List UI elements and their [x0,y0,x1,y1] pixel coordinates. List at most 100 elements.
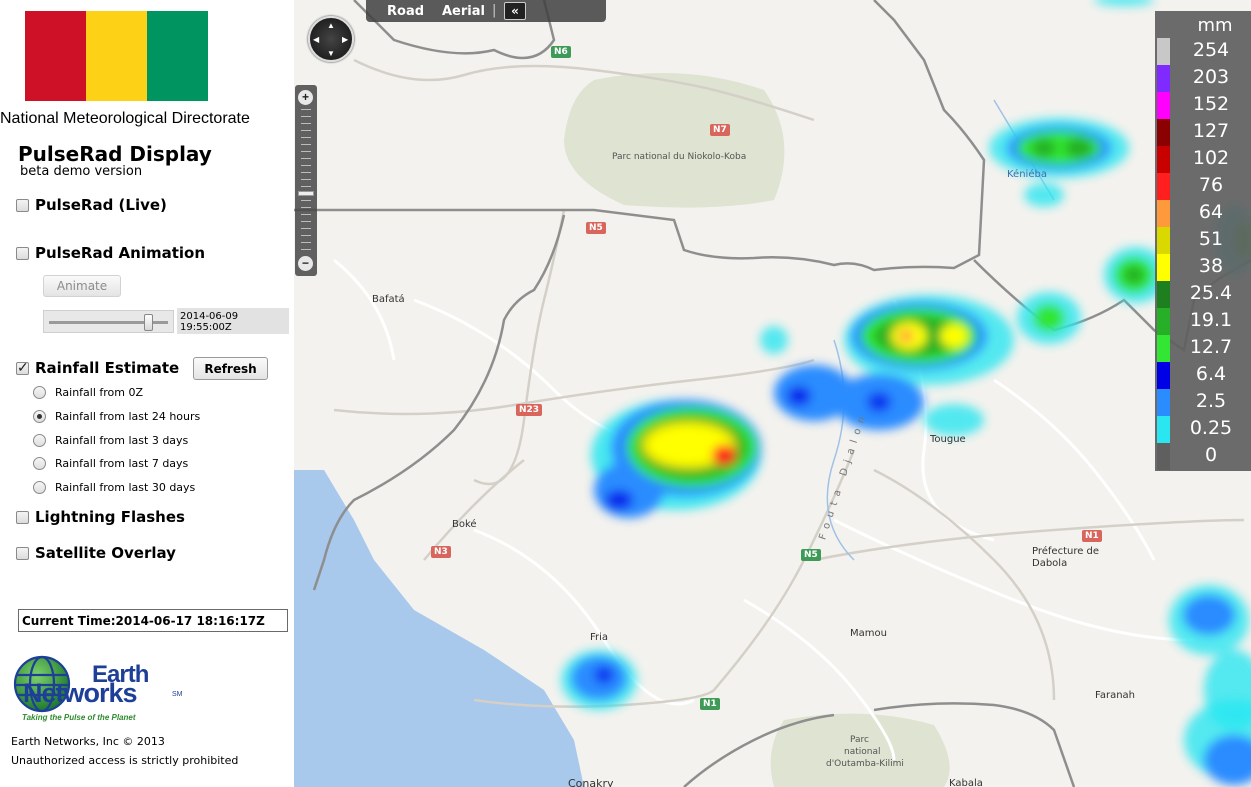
current-time-display: Current Time:2014-06-17 18:16:17Z [18,609,288,632]
legend-swatch [1157,443,1170,470]
collapse-icon[interactable]: « [504,2,526,20]
pulserad-animation-label: PulseRad Animation [35,244,206,262]
satellite-checkbox[interactable] [16,546,29,560]
lightning-checkbox[interactable] [16,510,29,524]
legend-swatch [1157,281,1170,308]
rainfall-option-24h[interactable]: Rainfall from last 24 hours [33,410,200,423]
zoom-out-button[interactable]: − [298,256,313,271]
road-shield-n3: N3 [431,546,451,558]
layer-pulserad-live[interactable]: PulseRad (Live) [16,196,167,214]
pan-down-icon[interactable]: ▼ [327,49,335,58]
ocean [294,470,584,787]
radio-label: Rainfall from last 3 days [55,434,189,447]
app-subtitle: beta demo version [20,164,143,179]
layer-satellite[interactable]: Satellite Overlay [16,544,176,562]
legend-swatch [1157,146,1170,173]
place-outamba-1: Parc [850,735,869,745]
layer-lightning[interactable]: Lightning Flashes [16,508,185,526]
legend-entry: 76 [1155,173,1251,200]
animate-button[interactable]: Animate [43,275,121,297]
map-type-aerial[interactable]: Aerial [442,4,485,19]
legend-value: 152 [1192,93,1230,115]
road-shield-n5-south: N5 [801,549,821,561]
legend-swatch [1157,362,1170,389]
rainfall-option-30d[interactable]: Rainfall from last 30 days [33,481,195,494]
org-name: National Meteorological Directorate [0,110,250,127]
road-shield-n23: N23 [516,404,543,416]
radio-label: Rainfall from last 7 days [55,457,189,470]
legend-entry: 0 [1155,443,1251,470]
legend-entry: 102 [1155,146,1251,173]
legend-value: 0.25 [1189,417,1233,439]
radio-button[interactable] [33,434,46,447]
pulserad-animation-checkbox[interactable] [16,246,29,260]
legend-entry: 19.1 [1155,308,1251,335]
zoom-control[interactable]: + − [295,85,317,276]
place-faranah: Faranah [1095,690,1136,701]
zoom-track[interactable] [301,109,311,254]
flag-stripe-red [25,11,86,101]
legend-entry: 2.5 [1155,389,1251,416]
map-type-road[interactable]: Road [387,4,424,19]
rainfall-option-7d[interactable]: Rainfall from last 7 days [33,457,188,470]
place-tougue: Tougue [930,434,966,445]
copyright-text: Earth Networks, Inc © 2013 [11,735,165,748]
road-shield-n1-south: N1 [700,698,720,710]
legend-value: 127 [1192,120,1230,142]
legend-value: 102 [1192,147,1230,169]
radio-button[interactable] [33,481,46,494]
zoom-in-button[interactable]: + [298,90,313,105]
pan-up-icon[interactable]: ▲ [327,21,335,30]
rainfall-option-0z[interactable]: Rainfall from 0Z [33,386,143,399]
legend-value: 2.5 [1195,390,1227,412]
legend-entry: 127 [1155,119,1251,146]
slider-thumb[interactable] [144,314,153,331]
control-panel: National Meteorological Directorate Puls… [0,0,294,787]
legend-value: 64 [1198,201,1224,223]
road-shield-n5: N5 [586,222,606,234]
legend-swatch [1157,335,1170,362]
rainfall-legend: mm 254 203 152 127 102 76 64 51 38 25.4 19.1 12.7 6.… [1155,11,1251,471]
zoom-thumb[interactable] [298,191,314,196]
legend-swatch [1157,227,1170,254]
radio-button[interactable] [33,410,46,423]
rainfall-estimate-label: Rainfall Estimate [35,359,180,377]
logo-tagline: Taking the Pulse of the Planet [22,713,136,722]
rainfall-estimate-checkbox[interactable] [16,359,29,376]
legend-value: 254 [1192,39,1230,61]
pan-right-icon[interactable]: ▶ [342,35,348,44]
rainfall-option-3d[interactable]: Rainfall from last 3 days [33,434,188,447]
legend-value: 6.4 [1195,363,1227,385]
legend-entry: 6.4 [1155,362,1251,389]
legend-swatch [1157,200,1170,227]
radio-button[interactable] [33,386,46,399]
place-fria: Fria [590,632,609,643]
road-shield-n7: N7 [710,124,730,136]
animation-time-slider[interactable] [43,310,174,333]
legend-swatch [1157,389,1170,416]
legend-entry: 12.7 [1155,335,1251,362]
place-prefecture-de: Préfecture de [1032,546,1100,557]
refresh-button[interactable]: Refresh [193,357,268,380]
legend-entry: 0.25 [1155,416,1251,443]
legend-swatch [1157,173,1170,200]
place-mamou: Mamou [850,628,887,639]
place-outamba-3: d'Outamba-Kilimi [826,759,904,769]
legend-swatch [1157,416,1170,443]
place-niokolo-koba: Parc national du Niokolo-Koba [612,152,747,162]
place-outamba-2: national [844,747,881,757]
legend-entry: 51 [1155,227,1251,254]
pan-left-icon[interactable]: ◀ [313,35,319,44]
layer-pulserad-animation[interactable]: PulseRad Animation [16,244,205,262]
map-canvas[interactable]: Parc national du Niokolo-Koba Kéniéba Ba… [294,0,1251,787]
legend-entry: 152 [1155,92,1251,119]
radio-button[interactable] [33,457,46,470]
legend-swatch [1157,92,1170,119]
pan-control[interactable]: ▲ ▼ ◀ ▶ [308,16,354,62]
layer-rainfall-estimate[interactable]: Rainfall Estimate [16,359,179,377]
pulserad-live-checkbox[interactable] [16,198,29,212]
legend-value: 25.4 [1189,282,1233,304]
place-kabala: Kabala [949,778,983,787]
place-bafata: Bafatá [372,294,405,305]
place-boke: Boké [452,519,477,530]
